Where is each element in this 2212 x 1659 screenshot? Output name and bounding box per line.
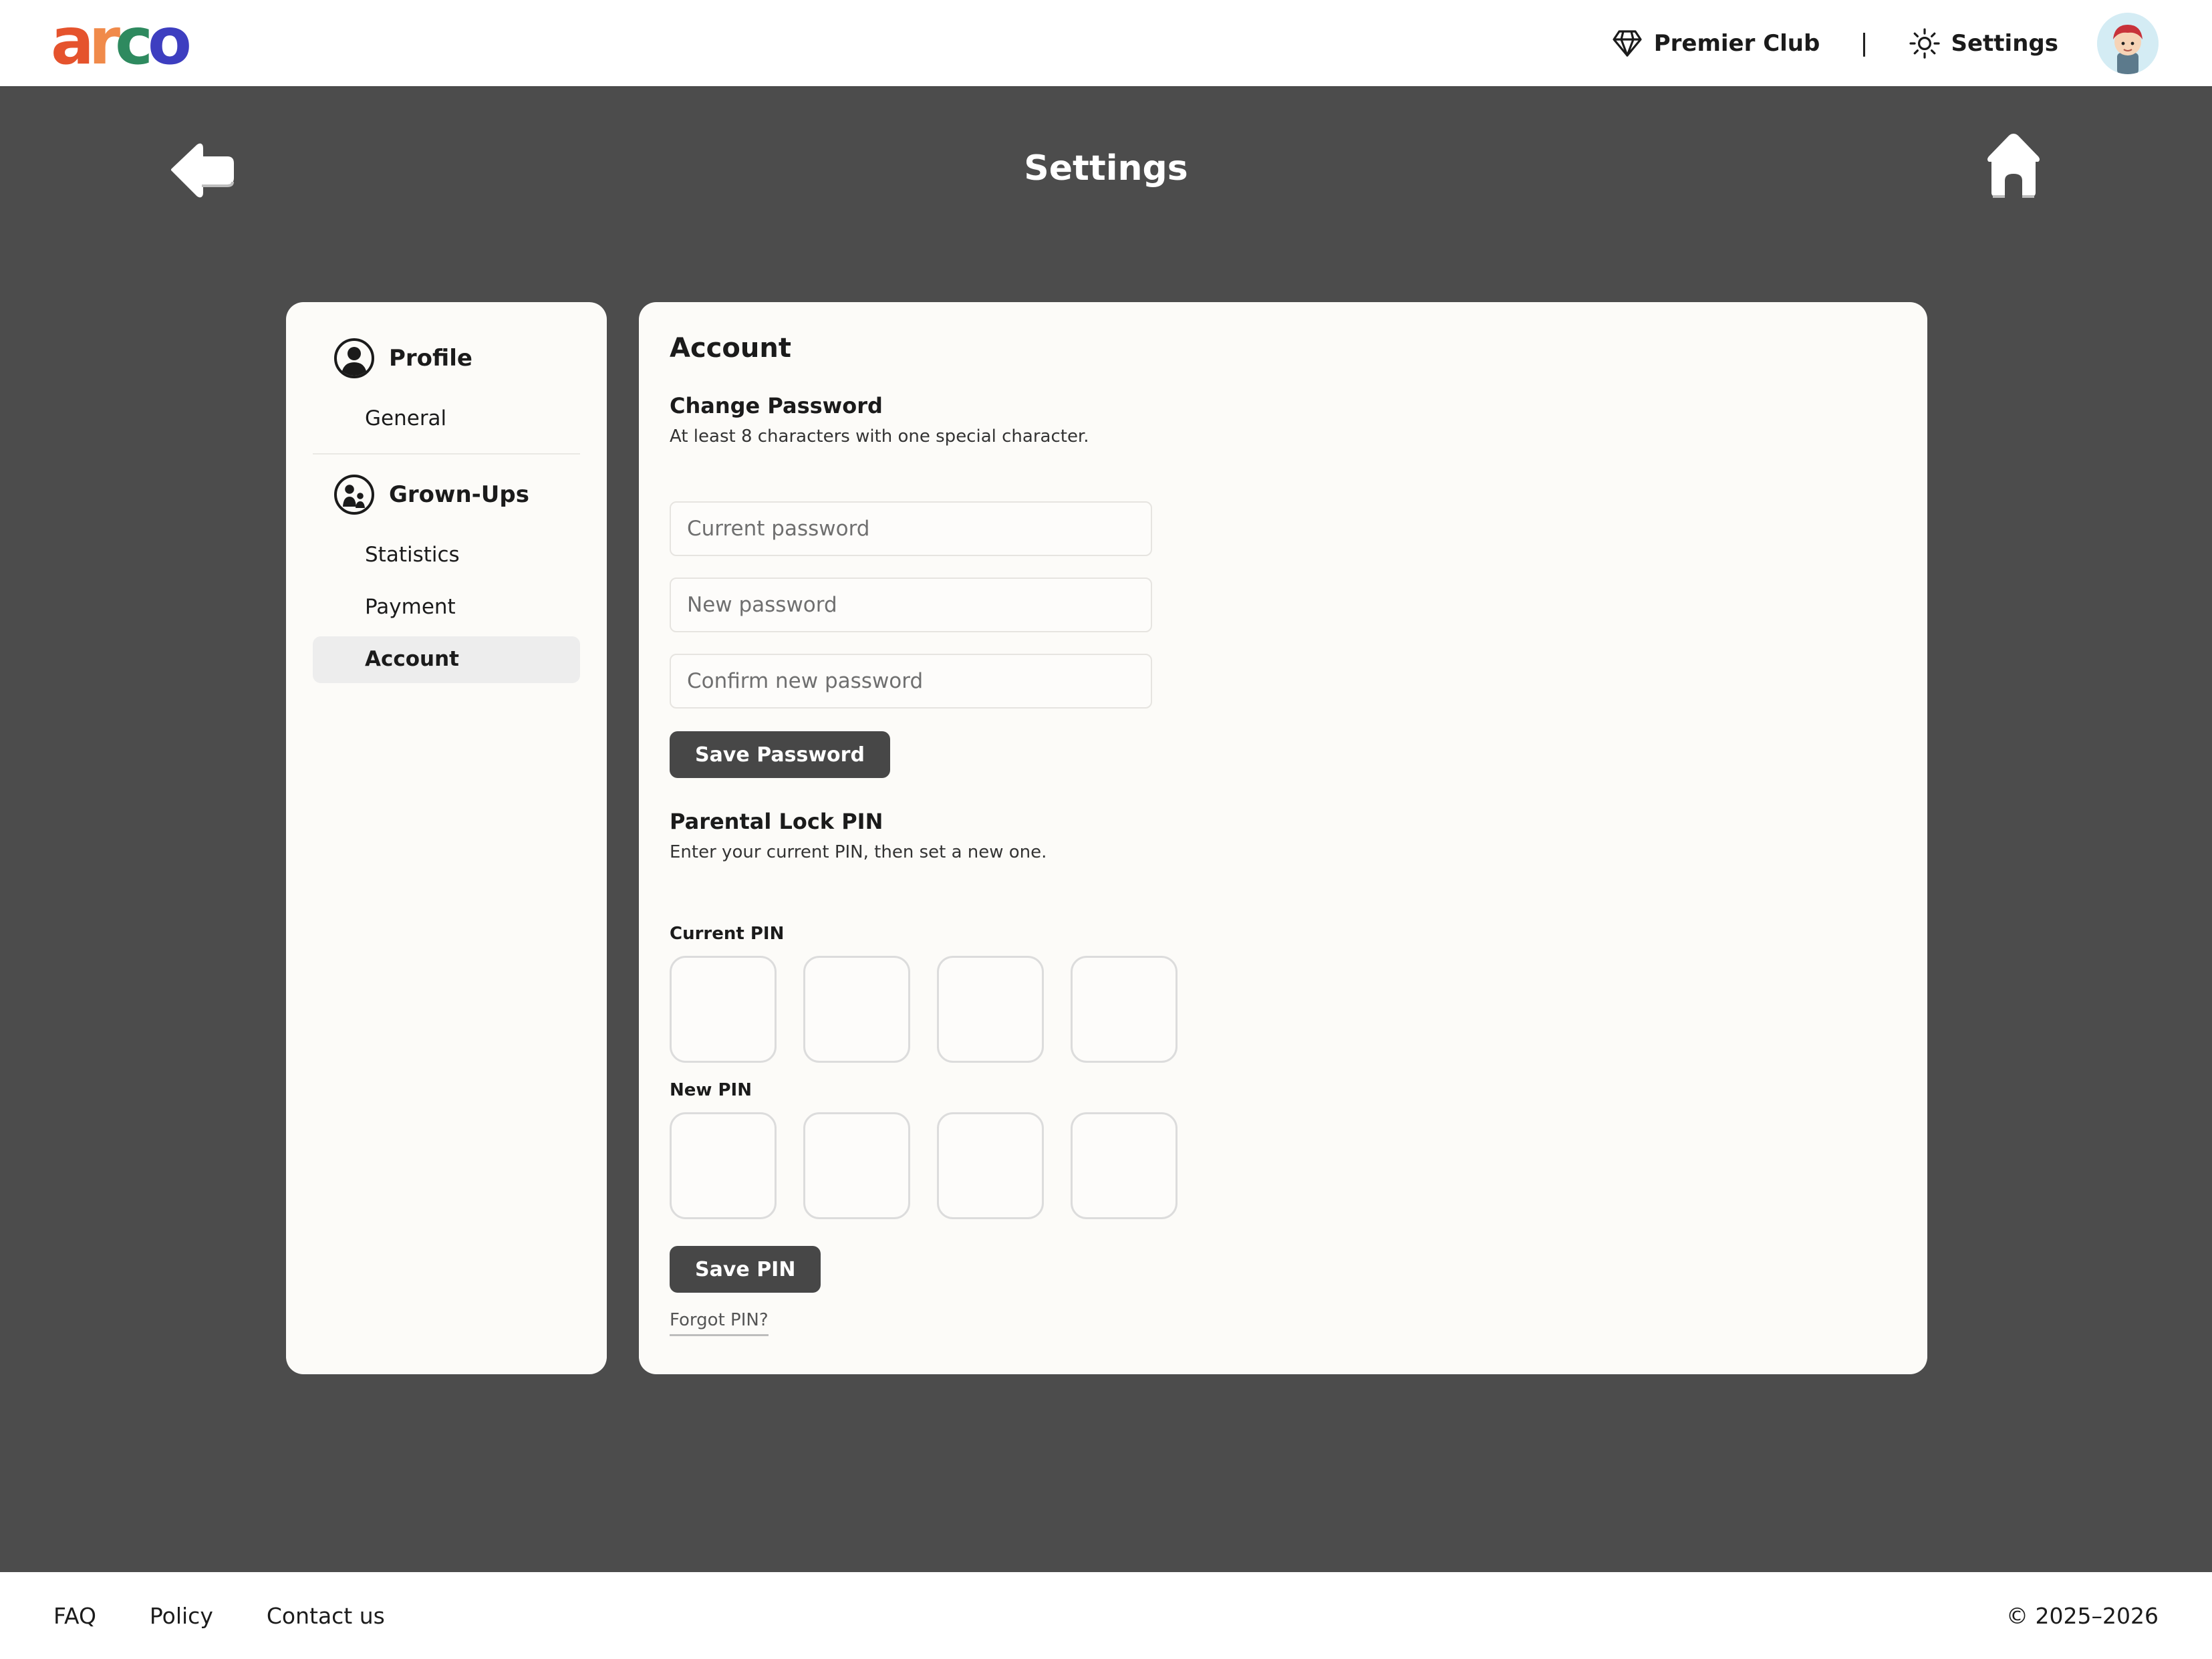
avatar[interactable]: [2097, 12, 2159, 74]
save-password-button[interactable]: Save Password: [670, 731, 890, 778]
sidebar-group-label: Grown-Ups: [389, 481, 529, 508]
current-pin-digit-2[interactable]: [803, 956, 910, 1063]
page-title: Settings: [1024, 148, 1188, 188]
logo-letter-o: o: [148, 4, 192, 79]
settings-label: Settings: [1951, 29, 2059, 57]
settings-sidebar: Profile General Grown-Ups Statistics Pay…: [286, 302, 607, 1374]
sidebar-item-statistics[interactable]: Statistics: [365, 543, 460, 567]
footer-link-faq[interactable]: FAQ: [53, 1603, 96, 1629]
premier-club-label: Premier Club: [1653, 29, 1820, 57]
child-avatar-icon: [2097, 12, 2159, 74]
new-pin-label: New PIN: [670, 1080, 752, 1100]
home-icon: [1987, 134, 2040, 198]
current-pin-digit-1[interactable]: [670, 956, 777, 1063]
sidebar-item-payment[interactable]: Payment: [365, 595, 456, 619]
nav-separator: |: [1860, 29, 1869, 57]
family-icon: [334, 475, 374, 515]
save-pin-button[interactable]: Save PIN: [670, 1246, 821, 1293]
account-panel: Account Change Password At least 8 chara…: [639, 302, 1927, 1374]
new-pin-digit-2[interactable]: [803, 1112, 910, 1219]
forgot-pin-link[interactable]: Forgot PIN?: [670, 1310, 769, 1336]
top-nav: Premier Club | Settings: [1611, 0, 2159, 86]
new-pin-digit-4[interactable]: [1071, 1112, 1178, 1219]
new-pin-inputs: [670, 1112, 1178, 1219]
logo-letter-a: a: [51, 4, 94, 79]
sidebar-group-profile[interactable]: Profile: [333, 337, 472, 380]
current-pin-inputs: [670, 956, 1178, 1063]
sidebar-item-general[interactable]: General: [365, 406, 446, 430]
current-pin-digit-3[interactable]: [937, 956, 1044, 1063]
account-heading: Account: [670, 333, 791, 364]
sidebar-group-grown-ups[interactable]: Grown-Ups: [333, 473, 529, 516]
parental-pin-description: Enter your current PIN, then set a new o…: [670, 842, 1047, 862]
footer-link-contact[interactable]: Contact us: [267, 1603, 385, 1629]
user-circle-icon: [334, 338, 374, 378]
change-password-description: At least 8 characters with one special c…: [670, 426, 1089, 446]
home-button[interactable]: [1985, 131, 2042, 202]
current-pin-digit-4[interactable]: [1071, 956, 1178, 1063]
new-pin-digit-3[interactable]: [937, 1112, 1044, 1219]
footer-link-policy[interactable]: Policy: [150, 1603, 213, 1629]
footer-links: FAQ Policy Contact us: [53, 1572, 385, 1659]
current-password-input[interactable]: [670, 501, 1152, 556]
new-pin-digit-1[interactable]: [670, 1112, 777, 1219]
logo-letter-c: c: [115, 4, 153, 79]
new-password-input[interactable]: [670, 578, 1152, 632]
top-bar: arco Premier Club | Settings: [0, 0, 2212, 87]
gear-icon: [1909, 27, 1940, 59]
parental-pin-title: Parental Lock PIN: [670, 809, 883, 834]
change-password-title: Change Password: [670, 393, 883, 418]
copyright-text: © 2025–2026: [2006, 1602, 2159, 1629]
current-pin-label: Current PIN: [670, 924, 785, 944]
confirm-password-input[interactable]: [670, 654, 1152, 709]
sidebar-item-account[interactable]: Account: [365, 647, 459, 671]
sidebar-divider: [313, 453, 580, 455]
settings-link[interactable]: Settings: [1909, 27, 2059, 59]
diamond-icon: [1613, 29, 1642, 57]
premier-club-link[interactable]: Premier Club: [1611, 29, 1820, 58]
logo-letter-r: r: [88, 4, 120, 79]
footer: FAQ Policy Contact us © 2025–2026: [0, 1572, 2212, 1659]
sidebar-group-label: Profile: [389, 345, 472, 372]
arco-logo[interactable]: arco: [51, 9, 192, 74]
